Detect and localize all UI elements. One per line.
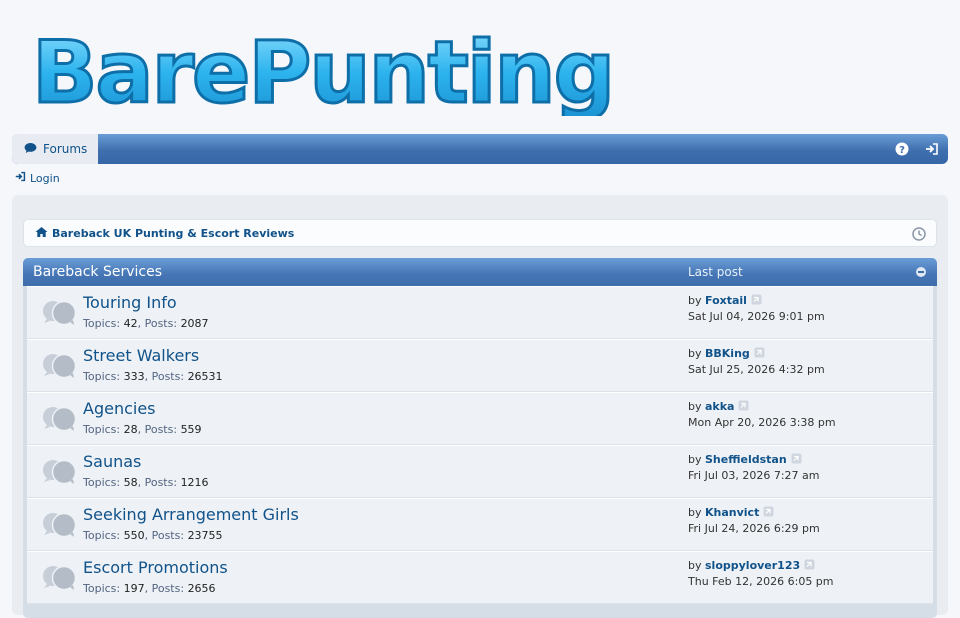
last-post-date: Thu Feb 12, 2026 6:05 pm xyxy=(688,575,834,588)
forum-read-icon xyxy=(42,300,78,326)
breadcrumb-home-link[interactable]: Bareback UK Punting & Escort Reviews xyxy=(35,226,294,241)
forum-title-link[interactable]: Saunas xyxy=(83,452,141,471)
collapse-icon[interactable] xyxy=(916,267,926,277)
view-latest-post-icon[interactable] xyxy=(754,347,765,362)
login-label: Login xyxy=(30,171,60,185)
comments-icon xyxy=(24,142,37,157)
last-post-user-link[interactable]: sloppylover123 xyxy=(705,559,800,572)
last-post-info: by Sheffieldstan Fri Jul 03, 2026 7:27 a… xyxy=(688,453,820,482)
view-latest-post-icon[interactable] xyxy=(804,559,815,574)
forum-row: Escort Promotions Topics: 197, Posts: 26… xyxy=(27,551,933,604)
view-latest-post-icon[interactable] xyxy=(791,453,802,468)
logo-text: BarePunting xyxy=(32,23,613,116)
breadcrumb-label: Bareback UK Punting & Escort Reviews xyxy=(52,226,295,240)
last-post-info: by akka Mon Apr 20, 2026 3:38 pm xyxy=(688,400,836,429)
forum-row: Agencies Topics: 28, Posts: 559 by akka … xyxy=(27,392,933,445)
sign-in-icon xyxy=(15,171,26,185)
forums-nav-link[interactable]: Forums xyxy=(12,134,98,164)
home-icon xyxy=(35,226,48,241)
last-post-date: Mon Apr 20, 2026 3:38 pm xyxy=(688,416,836,429)
forum-stats: Topics: 28, Posts: 559 xyxy=(83,423,202,436)
forum-stats: Topics: 550, Posts: 23755 xyxy=(83,529,223,542)
last-post-user-link[interactable]: Foxtail xyxy=(705,294,747,307)
clock-icon xyxy=(912,226,926,241)
forum-title-link[interactable]: Touring Info xyxy=(83,293,177,312)
forum-category: Bareback Services Last post Touring Info… xyxy=(23,258,937,618)
category-title[interactable]: Bareback Services xyxy=(33,264,162,280)
svg-text:?: ? xyxy=(899,145,905,156)
navbar: Forums ? xyxy=(12,134,948,164)
forum-title-link[interactable]: Seeking Arrangement Girls xyxy=(83,505,299,524)
forum-row: Saunas Topics: 58, Posts: 1216 by Sheffi… xyxy=(27,445,933,498)
last-post-date: Sat Jul 25, 2026 4:32 pm xyxy=(688,363,825,376)
last-post-header: Last post xyxy=(688,265,743,279)
forum-title-link[interactable]: Agencies xyxy=(83,399,156,418)
forum-read-icon xyxy=(42,406,78,432)
forum-read-icon xyxy=(42,353,78,379)
forum-stats: Topics: 58, Posts: 1216 xyxy=(83,476,209,489)
view-latest-post-icon[interactable] xyxy=(751,294,762,309)
last-post-date: Fri Jul 03, 2026 7:27 am xyxy=(688,469,820,482)
forum-stats: Topics: 333, Posts: 26531 xyxy=(83,370,223,383)
view-latest-post-icon[interactable] xyxy=(738,400,749,415)
forum-row: Street Walkers Topics: 333, Posts: 26531… xyxy=(27,339,933,392)
forum-list: Touring Info Topics: 42, Posts: 2087 by … xyxy=(23,286,937,604)
view-latest-post-icon[interactable] xyxy=(763,506,774,521)
last-post-info: by sloppylover123 Thu Feb 12, 2026 6:05 … xyxy=(688,559,834,588)
category-header: Bareback Services Last post xyxy=(23,258,937,286)
forum-read-icon xyxy=(42,565,78,591)
last-post-user-link[interactable]: Khanvict xyxy=(705,506,759,519)
breadcrumb: Bareback UK Punting & Escort Reviews xyxy=(23,219,937,247)
forum-title-link[interactable]: Street Walkers xyxy=(83,346,199,365)
last-post-user-link[interactable]: akka xyxy=(705,400,734,413)
last-post-user-link[interactable]: BBKing xyxy=(705,347,750,360)
forums-label: Forums xyxy=(43,142,88,156)
forum-read-icon xyxy=(42,459,78,485)
site-logo[interactable]: BarePunting xyxy=(26,20,656,117)
login-link[interactable]: Login xyxy=(15,171,60,185)
last-post-date: Sat Jul 04, 2026 9:01 pm xyxy=(688,310,825,323)
last-post-info: by Khanvict Fri Jul 24, 2026 6:29 pm xyxy=(688,506,820,535)
forum-stats: Topics: 42, Posts: 2087 xyxy=(83,317,209,330)
last-post-user-link[interactable]: Sheffieldstan xyxy=(705,453,787,466)
forum-read-icon xyxy=(42,512,78,538)
main-panel: Bareback UK Punting & Escort Reviews Bar… xyxy=(12,195,948,618)
forum-row: Touring Info Topics: 42, Posts: 2087 by … xyxy=(27,286,933,339)
forum-row: Seeking Arrangement Girls Topics: 550, P… xyxy=(27,498,933,551)
sign-in-icon[interactable] xyxy=(924,141,940,157)
forum-stats: Topics: 197, Posts: 2656 xyxy=(83,582,216,595)
last-post-info: by BBKing Sat Jul 25, 2026 4:32 pm xyxy=(688,347,825,376)
forum-title-link[interactable]: Escort Promotions xyxy=(83,558,228,577)
question-circle-icon[interactable]: ? xyxy=(894,141,910,157)
last-post-info: by Foxtail Sat Jul 04, 2026 9:01 pm xyxy=(688,294,825,323)
last-post-date: Fri Jul 24, 2026 6:29 pm xyxy=(688,522,820,535)
